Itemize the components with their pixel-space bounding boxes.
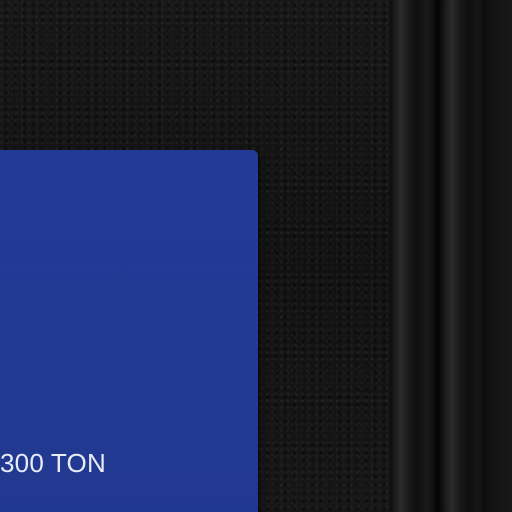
textured-background: 300 TON [0, 0, 512, 512]
vertical-trim-strip-left [390, 0, 436, 512]
card-caption: 300 TON [0, 448, 106, 478]
right-edge-panel [486, 0, 512, 512]
vertical-trim-strip-right [440, 0, 486, 512]
